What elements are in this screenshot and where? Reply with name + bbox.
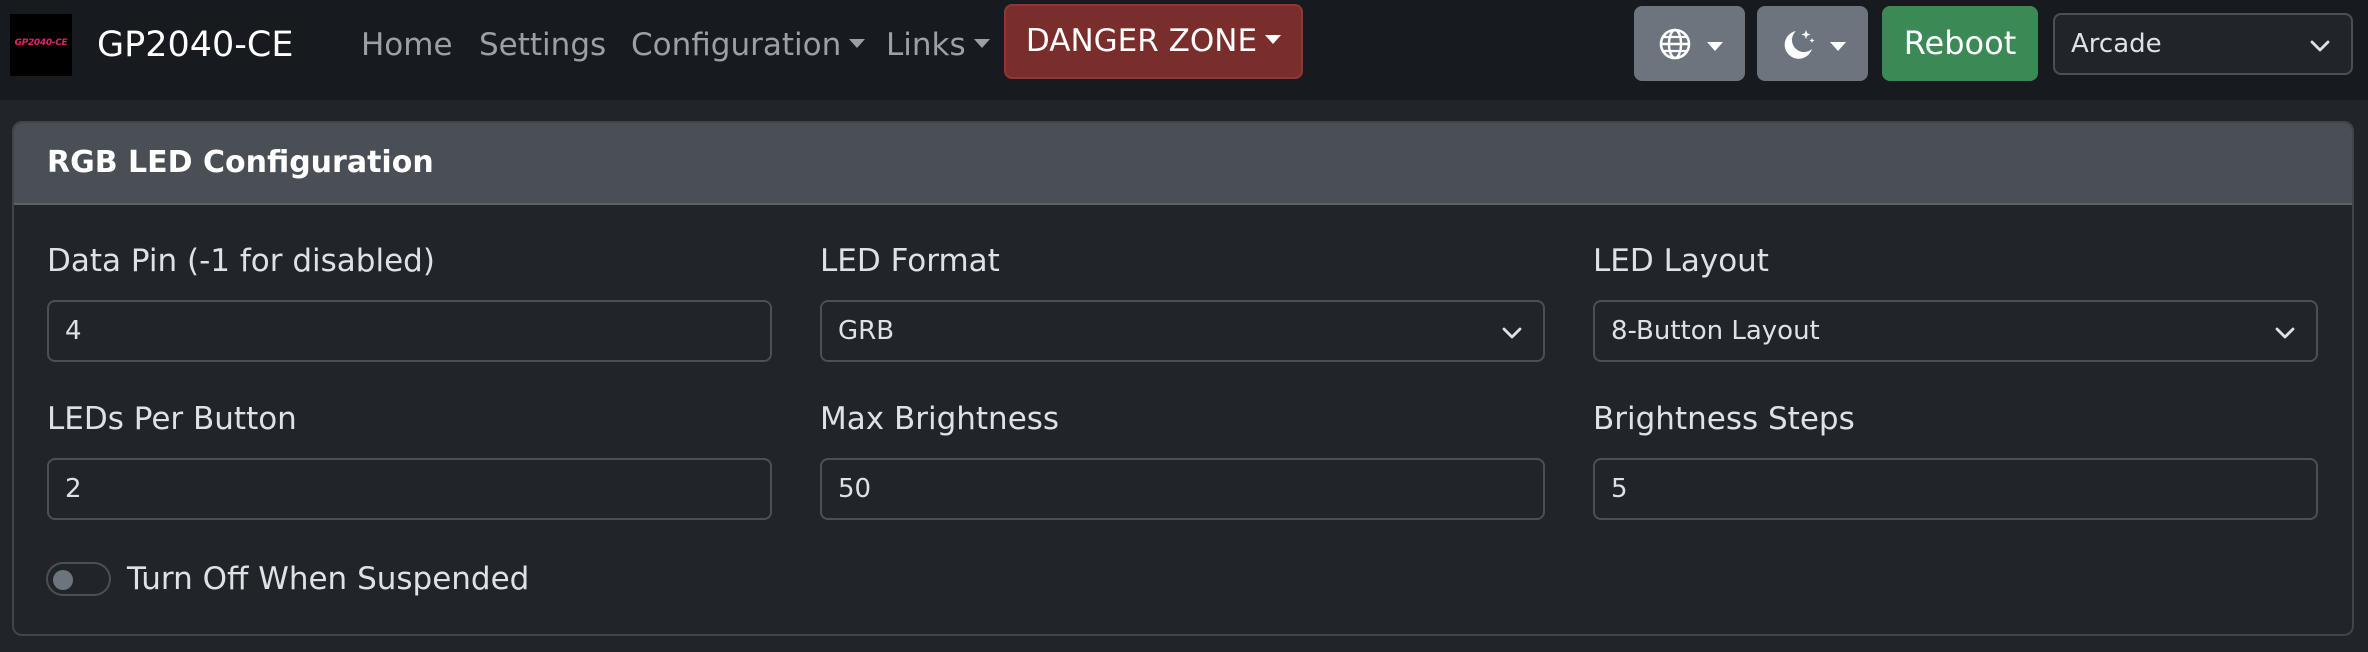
nav-configuration-label: Configuration [631,27,842,63]
turn-off-when-suspended-label[interactable]: Turn Off When Suspended [127,559,529,599]
logo-text: GP2040-CE [14,38,68,48]
nav-home-link[interactable]: Home [361,24,453,66]
danger-zone-dropdown[interactable]: DANGER ZONE [1004,4,1303,79]
danger-zone-label: DANGER ZONE [1025,23,1258,59]
reboot-button[interactable]: Reboot [1882,6,2038,81]
led-layout-select[interactable]: 8-Button Layout [1593,300,2318,362]
data-pin-input[interactable]: 4 [47,300,772,362]
max-brightness-input[interactable]: 50 [820,458,1545,520]
chevron-down-icon [2310,40,2330,52]
chevron-down-icon [1502,327,1522,339]
chevron-down-icon [2275,327,2295,339]
input-mode-select[interactable]: Arcade [2053,13,2353,75]
moon-stars-icon [1784,30,1815,59]
brand-title[interactable]: GP2040-CE [97,21,293,69]
nav-links-dropdown[interactable]: Links [886,24,990,66]
led-format-select[interactable]: GRB [820,300,1545,362]
globe-icon [1659,28,1691,60]
brightness-steps-label: Brightness Steps [1593,401,1855,437]
rgb-led-config-card: RGB LED Configuration Data Pin (-1 for d… [12,121,2354,636]
caret-down-icon [849,39,866,48]
led-format-label: LED Format [820,243,1000,279]
card-title: RGB LED Configuration [47,145,434,180]
nav-links-label: Links [886,27,966,63]
top-navbar: GP2040-CE GP2040-CE Home Settings Config… [0,0,2368,100]
toggle-knob [53,570,73,590]
theme-dropdown-button[interactable] [1757,6,1868,81]
data-pin-label: Data Pin (-1 for disabled) [47,243,435,279]
leds-per-button-input[interactable]: 2 [47,458,772,520]
logo[interactable]: GP2040-CE [10,14,72,76]
input-mode-value: Arcade [2071,29,2162,59]
caret-down-icon [1830,42,1846,51]
nav-configuration-dropdown[interactable]: Configuration [631,24,866,66]
caret-down-icon [973,39,990,48]
caret-down-icon [1707,42,1723,51]
caret-down-icon [1265,35,1282,44]
led-layout-value: 8-Button Layout [1611,316,1820,346]
brightness-steps-input[interactable]: 5 [1593,458,2318,520]
card-header: RGB LED Configuration [14,123,2352,205]
leds-per-button-label: LEDs Per Button [47,401,297,437]
led-layout-label: LED Layout [1593,243,1769,279]
language-dropdown-button[interactable] [1634,6,1745,81]
turn-off-when-suspended-toggle[interactable] [46,562,111,596]
nav-settings-link[interactable]: Settings [479,24,606,66]
max-brightness-label: Max Brightness [820,401,1060,437]
led-format-value: GRB [838,316,895,346]
